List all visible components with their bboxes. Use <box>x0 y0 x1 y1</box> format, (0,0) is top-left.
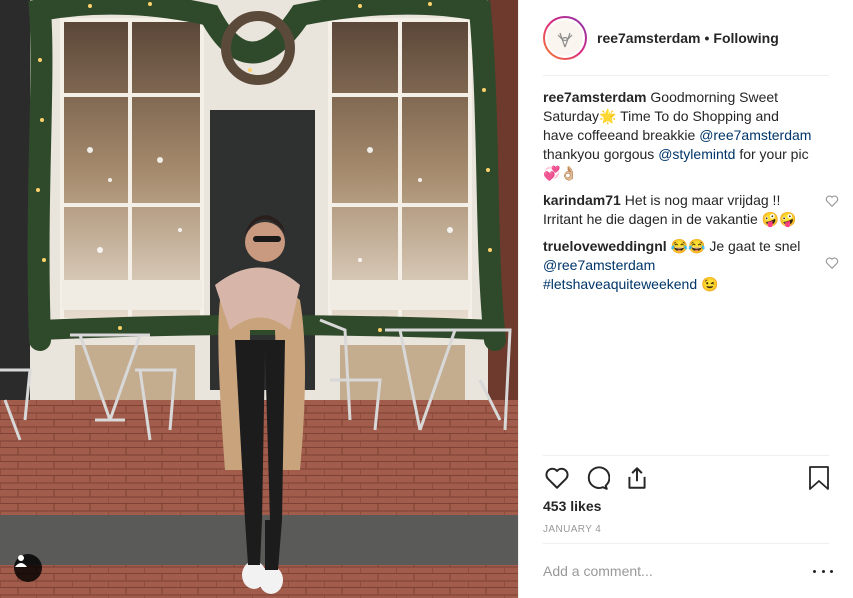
comment-like-heart-icon[interactable] <box>825 256 839 270</box>
divider <box>543 455 829 456</box>
share-icon <box>628 467 646 489</box>
comments-list: ree7amsterdam Goodmorning Sweet Saturday… <box>543 88 839 302</box>
user-tag-button[interactable] <box>14 554 42 582</box>
post-date: JANUARY 4 <box>543 524 602 535</box>
more-options-button[interactable] <box>813 563 833 579</box>
comment-text: thankyou gorgous <box>543 146 659 162</box>
deer-logo-icon <box>557 32 573 47</box>
share-button[interactable] <box>623 464 651 492</box>
comment-text: 😉 <box>697 276 719 292</box>
hashtag-link[interactable]: #letshaveaquiteweekend <box>543 276 697 292</box>
more-dot <box>821 569 825 573</box>
avatar[interactable] <box>543 15 587 60</box>
bookmark-icon <box>809 466 829 490</box>
post-username[interactable]: ree7amsterdam <box>597 30 701 46</box>
user-tag-icon <box>15 555 27 567</box>
mention-link[interactable]: @stylemintd <box>658 146 735 162</box>
separator-dot: • <box>704 29 710 46</box>
post-actions <box>543 458 833 498</box>
more-dot <box>830 569 833 573</box>
comment-username[interactable]: ree7amsterdam <box>543 89 647 105</box>
add-comment-input[interactable] <box>543 563 783 579</box>
mention-link[interactable]: @ree7amsterdam <box>543 257 655 273</box>
mention-link[interactable]: @ree7amsterdam <box>699 127 811 143</box>
add-comment-row <box>543 544 833 598</box>
follow-status-button[interactable]: Following <box>713 30 778 46</box>
more-dot <box>813 569 816 573</box>
comment-bubble-icon <box>587 466 610 490</box>
comment-like-heart-icon[interactable] <box>825 194 839 208</box>
like-button[interactable] <box>543 464 571 492</box>
post-header: ree7amsterdam • Following <box>543 0 829 76</box>
comment-item: karindam71 Het is nog maar vrijdag !! Ir… <box>543 191 839 229</box>
comment-username[interactable]: karindam71 <box>543 192 621 208</box>
post-photo[interactable] <box>0 0 518 598</box>
heart-icon <box>545 467 569 489</box>
comment-username[interactable]: trueloveweddingnl <box>543 238 667 254</box>
comment-button[interactable] <box>583 464 611 492</box>
comment-text: 😂😂 Je gaat te snel <box>666 238 801 254</box>
post-side-panel: ree7amsterdam • Following ree7amsterdam Go… <box>518 0 853 598</box>
caption-comment: ree7amsterdam Goodmorning Sweet Saturday… <box>543 88 833 183</box>
instagram-post: ree7amsterdam • Following ree7amsterdam Go… <box>0 0 853 598</box>
comment-item: trueloveweddingnl 😂😂 Je gaat te snel @re… <box>543 237 839 294</box>
likes-count[interactable]: 453 likes <box>543 498 601 514</box>
save-button[interactable] <box>805 464 833 492</box>
storefront-photo <box>0 0 518 598</box>
